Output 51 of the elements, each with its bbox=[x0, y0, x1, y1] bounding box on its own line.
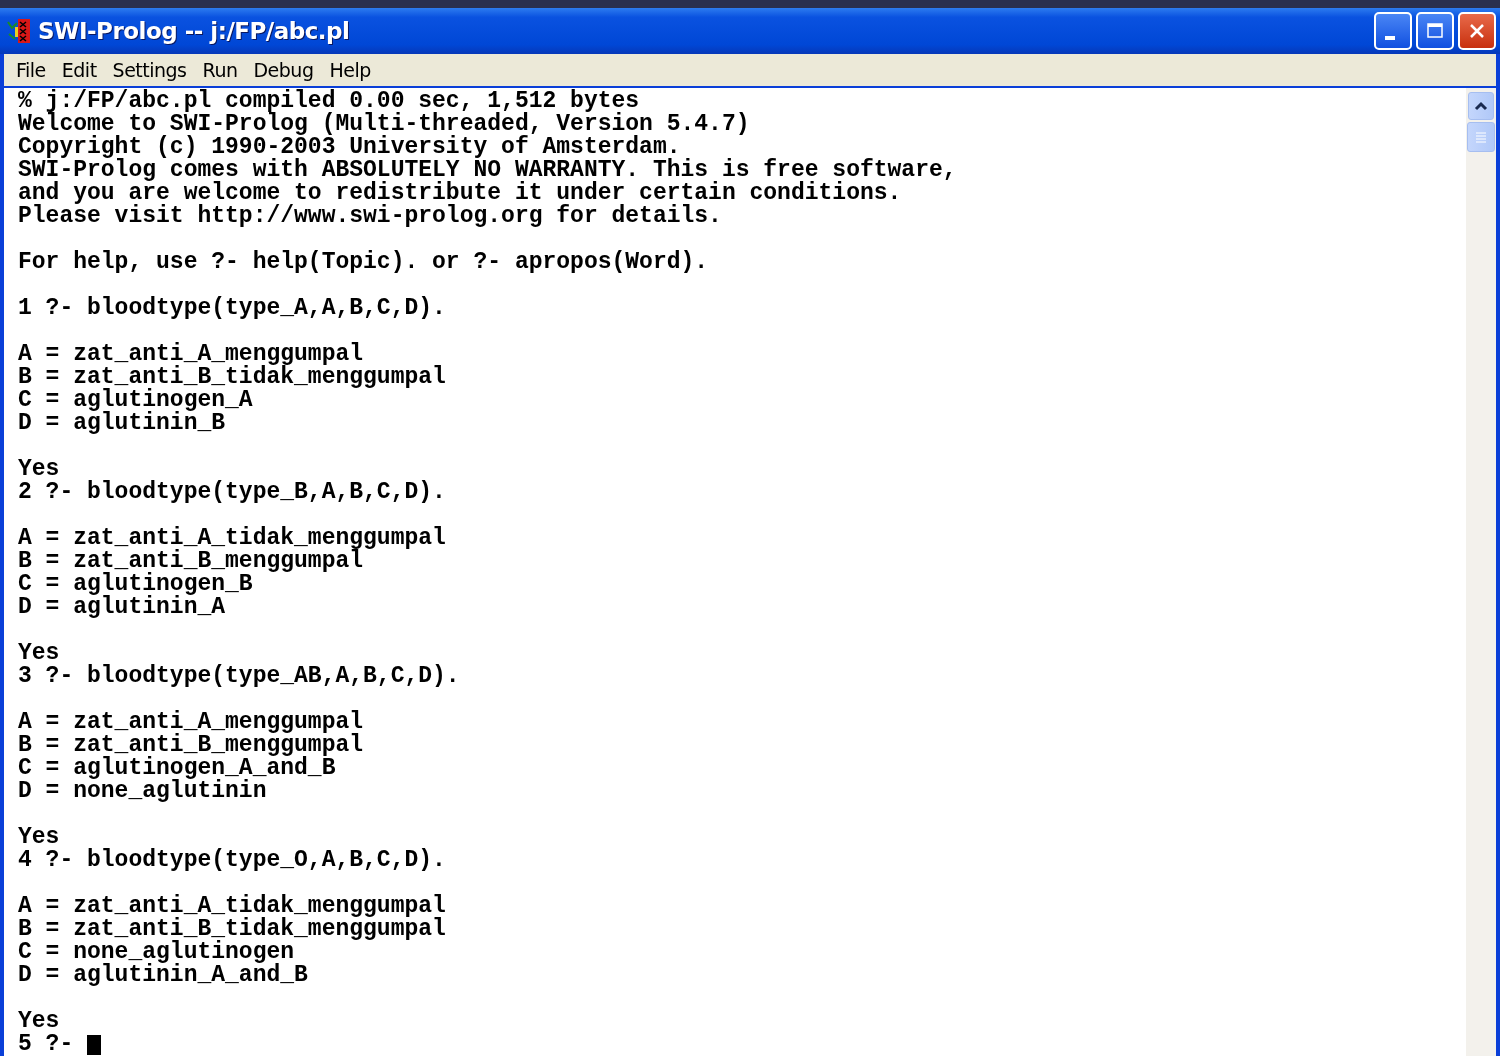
console-line: Please visit http://www.swi-prolog.org for details. bbox=[18, 205, 723, 228]
menu-item[interactable]: Edit bbox=[53, 59, 105, 81]
console-line: C = aglutinogen_B bbox=[18, 573, 253, 596]
console-line: A = zat_anti_A_tidak_menggumpal bbox=[18, 527, 447, 550]
menu-item[interactable]: Settings bbox=[104, 59, 195, 81]
menu-item[interactable]: Help bbox=[321, 59, 379, 81]
console-line: A = zat_anti_A_menggumpal bbox=[18, 711, 365, 734]
console-line: C = none_aglutinogen bbox=[18, 941, 295, 964]
maximize-button[interactable] bbox=[1416, 12, 1454, 50]
console-line: 3 ?- bloodtype(type_AB,A,B,C,D). bbox=[18, 665, 461, 688]
console-line: 2 ?- bloodtype(type_B,A,B,C,D). bbox=[18, 481, 447, 504]
close-button[interactable] bbox=[1458, 12, 1496, 50]
console-line: A = zat_anti_A_menggumpal bbox=[18, 343, 364, 366]
console-line: D = aglutinin_A bbox=[18, 596, 226, 619]
console-line: 4 ?- bloodtype(type_O,A,B,C,D). bbox=[18, 849, 447, 872]
maximize-icon bbox=[1426, 22, 1444, 40]
scroll-up-button[interactable] bbox=[1468, 92, 1494, 120]
menu-item[interactable]: File bbox=[8, 59, 54, 81]
console-line: D = aglutinin_A_and_B bbox=[18, 964, 309, 987]
console-line: and you are welcome to redistribute it under certain conditions. bbox=[18, 182, 902, 205]
console-line: Yes bbox=[18, 1010, 61, 1033]
console-line: B = zat_anti_B_menggumpal bbox=[18, 734, 365, 757]
window-title: SWI-Prolog -- j:/FP/abc.pl bbox=[38, 18, 350, 44]
console-prompt: 5 ?- bbox=[18, 1033, 74, 1056]
menu-item[interactable]: Debug bbox=[245, 59, 322, 81]
menu-item[interactable]: Run bbox=[194, 59, 246, 81]
console-line: 1 ?- bloodtype(type_A,A,B,C,D). bbox=[18, 297, 447, 320]
console-line: B = zat_anti_B_tidak_menggumpal bbox=[18, 366, 447, 389]
console-line: SWI-Prolog comes with ABSOLUTELY NO WARRANTY. This is free software, bbox=[18, 159, 958, 182]
minimize-icon bbox=[1385, 36, 1395, 40]
console-line: C = aglutinogen_A bbox=[18, 389, 253, 412]
console-line: Copyright (c) 1990-2003 University of Amsterdam. bbox=[18, 136, 681, 159]
console-line: % j:/FP/abc.pl compiled 0.00 sec, 1,512 bytes bbox=[18, 90, 640, 113]
caret-up-icon bbox=[1474, 101, 1488, 111]
minimize-button[interactable] bbox=[1374, 12, 1412, 50]
console-line: For help, use ?- help(Topic). or ?- apropos(Word). bbox=[18, 251, 710, 274]
console-line: Yes bbox=[18, 642, 61, 665]
text-cursor bbox=[87, 1034, 102, 1055]
console-line: Welcome to SWI-Prolog (Multi-threaded, Version 5.4.7) bbox=[18, 113, 751, 136]
console-line: B = zat_anti_B_tidak_menggumpal bbox=[18, 918, 447, 941]
console-line: B = zat_anti_B_menggumpal bbox=[18, 550, 364, 573]
console-line: D = none_aglutinin bbox=[18, 780, 267, 803]
app-icon bbox=[6, 18, 32, 44]
grip-icon bbox=[1475, 131, 1487, 143]
console-line: D = aglutinin_B bbox=[18, 412, 226, 435]
scrollbar-thumb[interactable] bbox=[1467, 122, 1495, 152]
console-line: C = aglutinogen_A_and_B bbox=[18, 757, 336, 780]
console-line: Yes bbox=[18, 826, 61, 849]
console-line: A = zat_anti_A_tidak_menggumpal bbox=[18, 895, 447, 918]
close-icon bbox=[1468, 22, 1486, 40]
console-line: Yes bbox=[18, 458, 61, 481]
